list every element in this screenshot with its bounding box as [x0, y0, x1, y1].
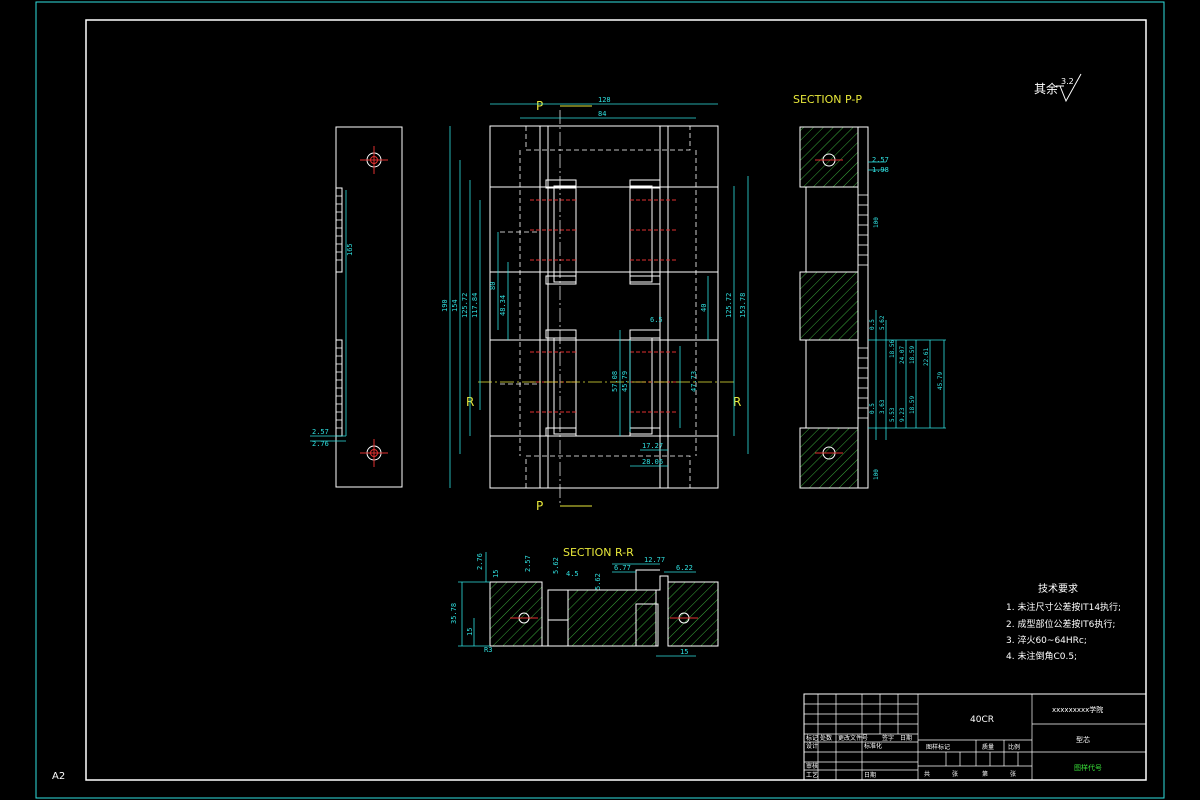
svg-text:2.76: 2.76	[476, 553, 484, 570]
note-item: 3. 淬火60~64HRc;	[1006, 634, 1087, 646]
notes-title: 技术要求	[1038, 582, 1078, 595]
svg-text:日期: 日期	[864, 771, 876, 779]
svg-text:22.61: 22.61	[923, 348, 930, 366]
svg-text:1.98: 1.98	[872, 166, 889, 174]
svg-text:28.06: 28.06	[642, 458, 663, 466]
svg-text:比例: 比例	[1008, 743, 1020, 751]
svg-text:5.62: 5.62	[552, 557, 560, 574]
svg-text:153.78: 153.78	[739, 293, 747, 318]
svg-text:48.34: 48.34	[499, 295, 507, 316]
drawing-number: 图样代号	[1074, 763, 1102, 772]
svg-text:签字: 签字	[882, 734, 894, 742]
svg-text:张: 张	[1010, 770, 1016, 778]
roughness-symbol: 其余 3.2	[1034, 73, 1082, 103]
svg-text:2.57: 2.57	[312, 428, 329, 436]
svg-text:190: 190	[441, 299, 449, 312]
svg-text:日期: 日期	[900, 734, 912, 742]
svg-text:5.53: 5.53	[889, 407, 896, 422]
svg-text:5.62: 5.62	[879, 315, 886, 330]
svg-text:12.77: 12.77	[644, 556, 665, 564]
technical-notes: 技术要求 1. 未注尺寸公差按IT14执行; 2. 成型部位公差按IT6执行; …	[1006, 582, 1121, 662]
svg-text:9.23: 9.23	[899, 407, 906, 422]
inner-border	[85, 19, 1147, 781]
sheet-size-label: A2	[52, 771, 65, 782]
svg-text:125.72: 125.72	[461, 293, 469, 318]
svg-text:2.57: 2.57	[872, 156, 889, 164]
svg-text:5.62: 5.62	[594, 573, 602, 590]
note-item: 2. 成型部位公差按IT6执行;	[1006, 618, 1115, 630]
svg-text:3.2: 3.2	[1061, 77, 1074, 86]
svg-text:张: 张	[952, 770, 958, 778]
section-pp-title: SECTION P-P	[793, 93, 862, 106]
left-side-view: 2.57 2.76 165	[310, 126, 403, 488]
svg-text:处数: 处数	[820, 734, 832, 742]
svg-text:标记: 标记	[806, 734, 818, 742]
svg-text:6.22: 6.22	[676, 564, 693, 572]
svg-text:57.08: 57.08	[611, 371, 619, 392]
svg-text:6.77: 6.77	[614, 564, 631, 572]
cut-p-top: P	[536, 99, 543, 113]
svg-text:47.73: 47.73	[690, 371, 698, 392]
svg-text:165: 165	[346, 243, 354, 256]
note-item: 4. 未注倒角C0.5;	[1006, 650, 1077, 662]
svg-text:45.79: 45.79	[621, 371, 629, 392]
school-name: xxxxxxxxx学院	[1052, 705, 1103, 714]
outer-border	[35, 1, 1165, 799]
svg-text:80: 80	[489, 282, 497, 290]
section-rr-title: SECTION R-R	[563, 546, 634, 559]
svg-text:154: 154	[451, 299, 459, 312]
svg-text:18.56: 18.56	[889, 340, 896, 358]
cad-drawing: A2 其余 3.2 2.57 2.76 165 P P R R 128 84 1…	[35, 1, 1165, 799]
part-name: 型芯	[1076, 735, 1090, 744]
svg-text:100: 100	[873, 217, 880, 228]
svg-text:更改文件号: 更改文件号	[838, 734, 868, 742]
material-label: 40CR	[970, 715, 994, 725]
svg-text:15: 15	[492, 570, 500, 578]
svg-text:工艺: 工艺	[806, 771, 818, 779]
plan-view: P P R R 128 84 190 154 125.72 117.84 80 …	[441, 96, 749, 513]
svg-text:0.5: 0.5	[869, 403, 876, 414]
svg-text:6.5: 6.5	[650, 316, 663, 324]
svg-text:100: 100	[873, 469, 880, 480]
svg-text:84: 84	[598, 110, 606, 118]
svg-text:标准化: 标准化	[864, 742, 882, 750]
svg-text:18.59: 18.59	[909, 346, 916, 364]
svg-text:共: 共	[924, 770, 930, 778]
svg-text:40: 40	[700, 304, 708, 312]
svg-text:128: 128	[598, 96, 611, 104]
svg-text:图样标记: 图样标记	[926, 743, 950, 751]
note-item: 1. 未注尺寸公差按IT14执行;	[1006, 601, 1121, 613]
svg-text:35.78: 35.78	[450, 603, 458, 624]
svg-text:第: 第	[982, 770, 988, 778]
svg-text:其余: 其余	[1034, 81, 1058, 96]
svg-text:0.5: 0.5	[869, 319, 876, 330]
svg-text:2.76: 2.76	[312, 440, 329, 448]
section-p-p: SECTION P-P 2.57 1.98 0.5 5.62 18.56 24.…	[793, 93, 946, 489]
svg-text:R3: R3	[484, 646, 492, 654]
svg-text:质量: 质量	[982, 743, 994, 751]
svg-text:3.63: 3.63	[879, 399, 886, 414]
cut-p-bottom: P	[536, 499, 543, 513]
svg-text:15: 15	[680, 648, 688, 656]
svg-text:45.79: 45.79	[937, 372, 944, 390]
title-block: 标记 处数 更改文件号 签字 日期 设计 标准化 审核 工艺 日期 40CR 图…	[803, 693, 1147, 781]
svg-text:18.59: 18.59	[909, 396, 916, 414]
svg-text:125.72: 125.72	[725, 293, 733, 318]
svg-text:设计: 设计	[806, 742, 818, 750]
svg-text:15: 15	[466, 628, 474, 636]
svg-text:24.07: 24.07	[899, 346, 906, 364]
svg-text:4.5: 4.5	[566, 570, 579, 578]
svg-text:17.27: 17.27	[642, 442, 663, 450]
svg-text:2.57: 2.57	[524, 555, 532, 572]
svg-text:117.84: 117.84	[471, 293, 479, 318]
section-r-r: SECTION R-R 2.76 2.57 5.62 5.62 12.77 6.…	[450, 546, 719, 657]
svg-text:审核: 审核	[806, 762, 818, 770]
